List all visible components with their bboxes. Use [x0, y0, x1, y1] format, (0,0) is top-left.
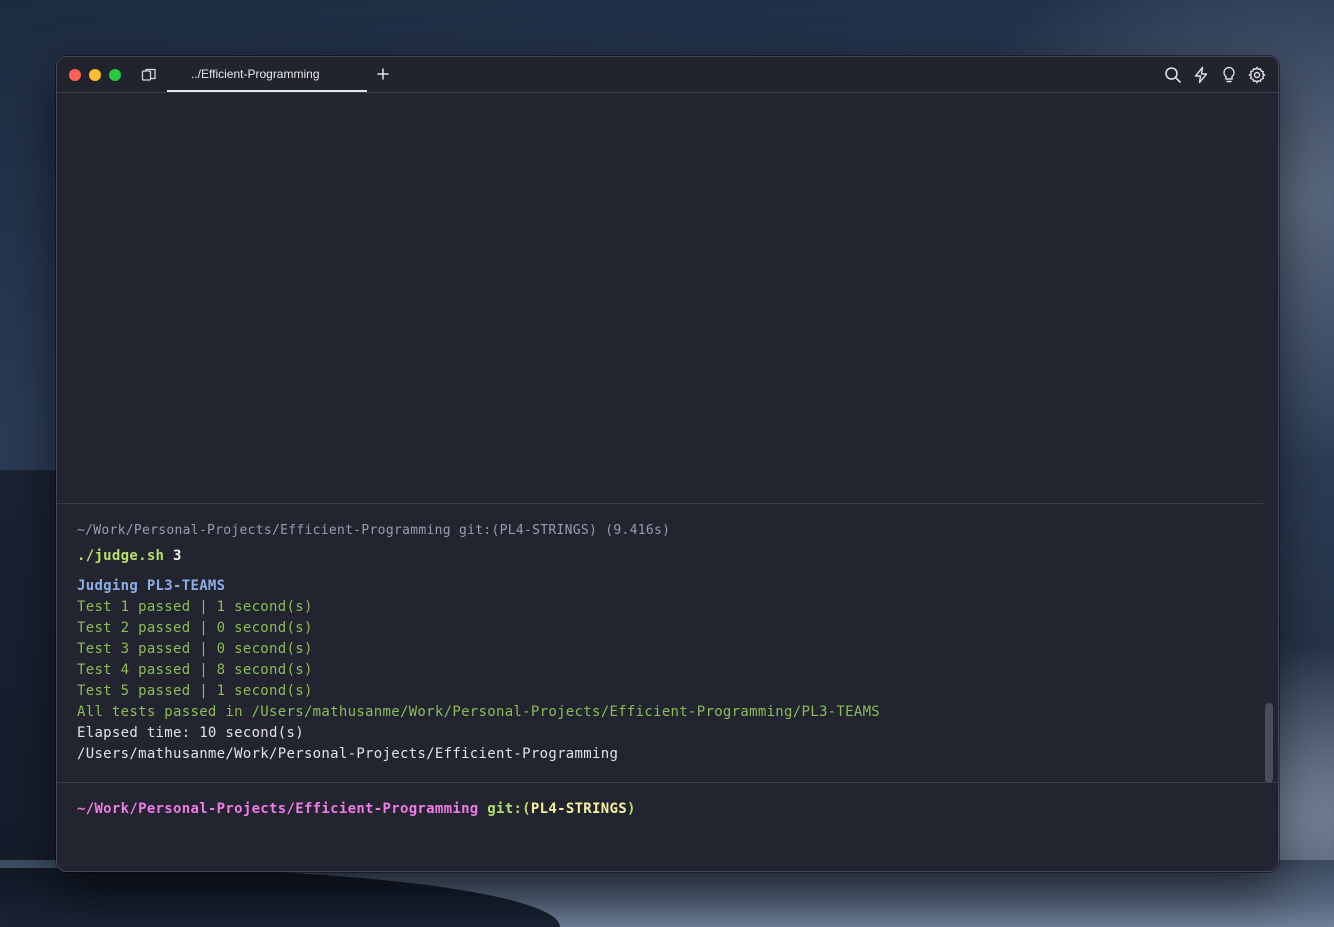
input-prompt[interactable]: ~/Work/Personal-Projects/Efficient-Progr…: [77, 801, 636, 817]
prompt-path: ~/Work/Personal-Projects/Efficient-Progr…: [77, 801, 479, 817]
tab-label: ../Efficient-Programming: [191, 67, 320, 81]
command-name: ./judge.sh: [77, 548, 165, 564]
summary-line: All tests passed in /Users/mathusanme/Wo…: [77, 704, 881, 720]
command-line: ./judge.sh 3: [77, 548, 182, 564]
lightning-icon[interactable]: [1192, 66, 1210, 84]
prompt-git-suffix: ): [626, 801, 636, 817]
judging-line: Judging PL3-TEAMS: [77, 578, 226, 594]
title-bar: ../Efficient-Programming: [57, 57, 1278, 93]
test-result-line: Test 4 passed | 8 second(s): [77, 662, 313, 678]
tab-efficient-programming[interactable]: ../Efficient-Programming: [167, 57, 367, 92]
test-result-line: Test 1 passed | 1 second(s): [77, 599, 313, 615]
new-tab-button[interactable]: [375, 66, 391, 82]
prompt-branch: PL4-STRINGS: [530, 801, 627, 817]
cwd-line: /Users/mathusanme/Work/Personal-Projects…: [77, 746, 619, 762]
close-window-button[interactable]: [69, 69, 81, 81]
scrollbar-thumb[interactable]: [1265, 703, 1273, 783]
test-result-line: Test 3 passed | 0 second(s): [77, 641, 313, 657]
gear-icon[interactable]: [1248, 66, 1266, 84]
block-divider: [57, 503, 1263, 504]
elapsed-time-line: Elapsed time: 10 second(s): [77, 725, 304, 741]
lightbulb-icon[interactable]: [1220, 66, 1238, 84]
minimize-window-button[interactable]: [89, 69, 101, 81]
terminal-content[interactable]: ~/Work/Personal-Projects/Efficient-Progr…: [57, 93, 1278, 871]
tabs-panel-icon[interactable]: [141, 67, 157, 83]
command-argument: 3: [173, 548, 182, 564]
block-header: ~/Work/Personal-Projects/Efficient-Progr…: [77, 523, 671, 538]
test-result-line: Test 5 passed | 1 second(s): [77, 683, 313, 699]
terminal-window: ../Efficient-Programming ~/Work/Personal…: [56, 56, 1279, 872]
search-icon[interactable]: [1164, 66, 1182, 84]
prompt-git-prefix: git:(: [487, 801, 531, 817]
prompt-divider: [57, 782, 1278, 783]
maximize-window-button[interactable]: [109, 69, 121, 81]
test-result-line: Test 2 passed | 0 second(s): [77, 620, 313, 636]
